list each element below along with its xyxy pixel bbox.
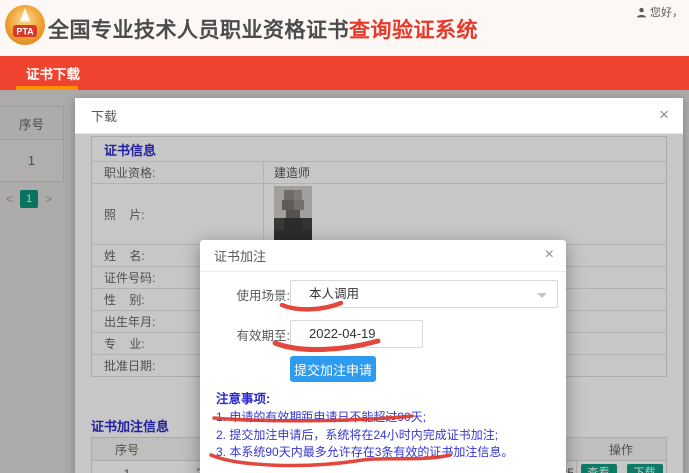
notes-block: 注意事项: 1. 申请的有效期距申请日不能超过90天; 2. 提交加注申请后，系… — [216, 388, 552, 462]
download-modal-close-icon[interactable]: × — [659, 106, 669, 123]
greeting-text: 您好， — [650, 4, 683, 20]
logo-text: PTA — [16, 27, 34, 37]
annotate-modal-close-icon[interactable]: × — [545, 247, 554, 263]
main-nav: 证书下载 — [0, 56, 689, 90]
annotate-modal-title: 证书加注 — [214, 246, 266, 265]
scene-field-label: 使用场景: — [200, 285, 290, 304]
nav-item-certificate-download[interactable]: 证书下载 — [16, 56, 90, 90]
notes-heading: 注意事项: — [216, 388, 552, 407]
user-icon — [636, 7, 647, 18]
annotate-modal-titlebar: 证书加注 × — [200, 240, 566, 272]
note-item-1: 1. 申请的有效期距申请日不能超过90天; — [216, 409, 552, 427]
chevron-down-icon — [537, 293, 547, 298]
annotate-modal: 证书加注 × 使用场景: 本人调用 有效期至: 2022-04-19 提交加注申… — [200, 240, 566, 473]
note-item-3: 3. 本系统90天内最多允许存在3条有效的证书加注信息。 — [216, 444, 552, 462]
usage-scene-selected-value: 本人调用 — [309, 287, 359, 301]
scene-field-row: 使用场景: 本人调用 — [200, 280, 566, 308]
user-greeting[interactable]: 您好， — [636, 4, 683, 20]
pta-logo-icon: PTA — [4, 4, 46, 46]
app-header: PTA 全国专业技术人员职业资格证书查询验证系统 您好， — [0, 0, 689, 56]
title-accent: 查询验证系统 — [349, 19, 478, 42]
usage-scene-select[interactable]: 本人调用 — [290, 280, 558, 308]
app-window: PTA 全国专业技术人员职业资格证书查询验证系统 您好， 证书下载 序号 1 <… — [0, 0, 689, 473]
content-area: 序号 1 < 1 > 下载 × 证书信息 职业资格: 建造师 — [0, 90, 689, 473]
download-modal-titlebar: 下载 × — [75, 98, 683, 134]
page-title: 全国专业技术人员职业资格证书查询验证系统 — [48, 14, 478, 44]
title-main: 全国专业技术人员职业资格证书 — [48, 19, 349, 42]
expiry-field-row: 有效期至: 2022-04-19 — [200, 320, 566, 348]
note-item-2: 2. 提交加注申请后，系统将在24小时内完成证书加注; — [216, 427, 552, 445]
download-modal-title: 下载 — [91, 106, 117, 125]
submit-annotation-button[interactable]: 提交加注申请 — [290, 356, 376, 382]
expiry-field-label: 有效期至: — [200, 325, 290, 344]
expiry-date-input[interactable]: 2022-04-19 — [290, 320, 423, 348]
